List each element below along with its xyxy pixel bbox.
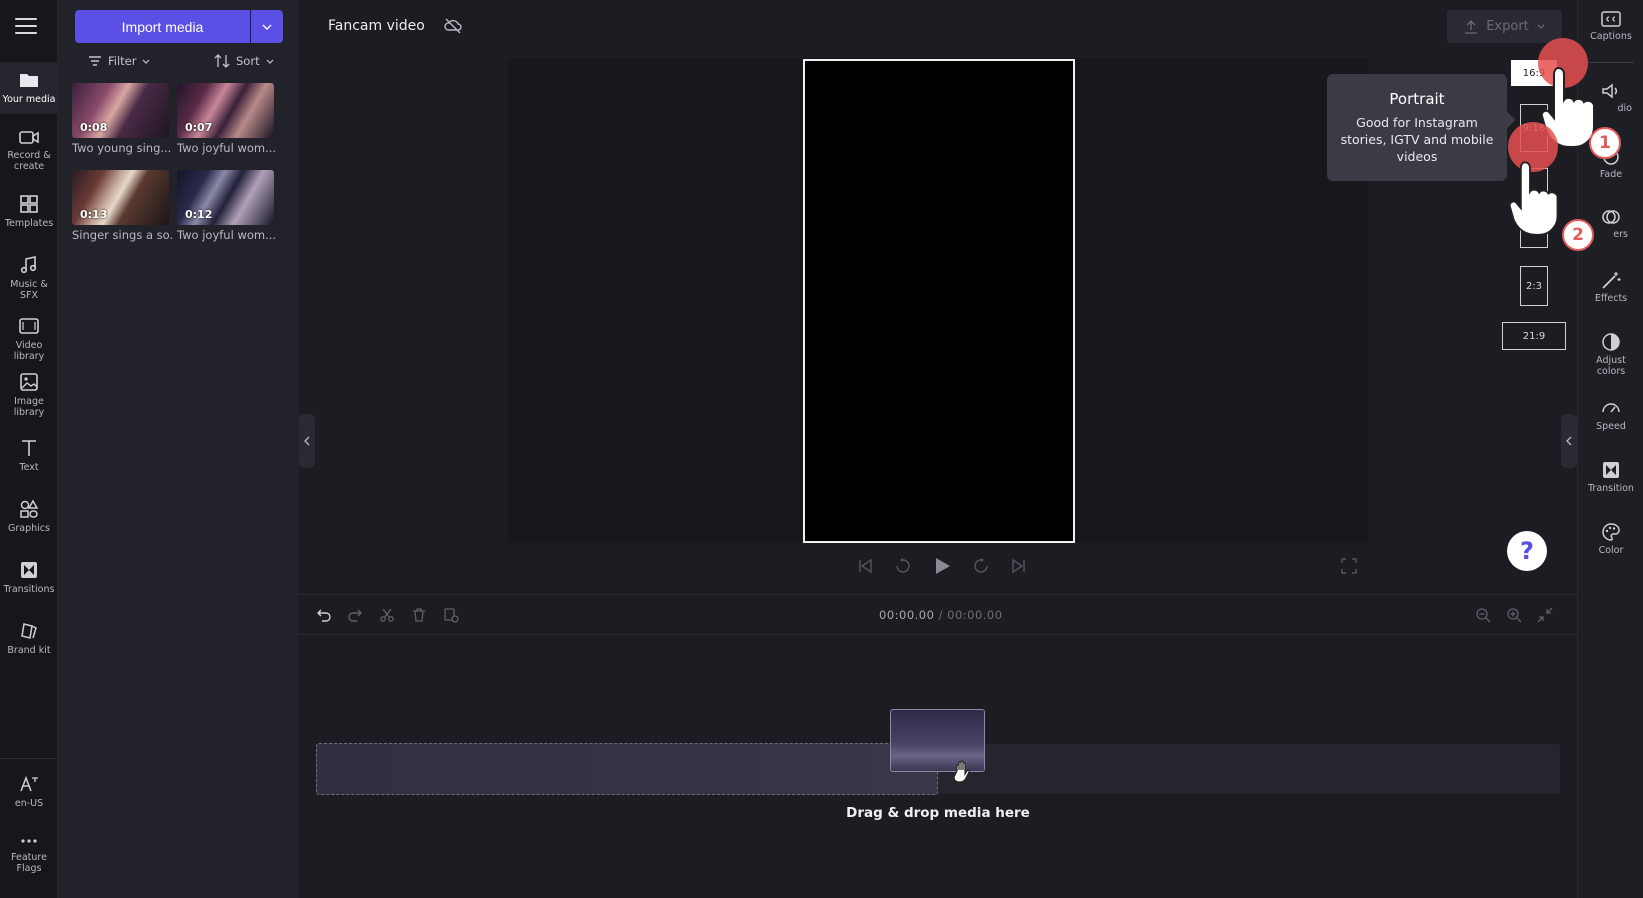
tooltip-description: Good for Instagram stories, IGTV and mob… bbox=[1340, 115, 1494, 164]
text-icon bbox=[22, 440, 36, 456]
transition-icon bbox=[1603, 462, 1619, 478]
drop-media-hint: Drag & drop media here bbox=[846, 805, 1030, 821]
media-panel: Import media Filter Sort 0:08 Two young … bbox=[58, 0, 299, 898]
grab-hand-icon bbox=[953, 760, 970, 783]
rewind-5s-icon[interactable] bbox=[894, 557, 912, 575]
nav-transitions[interactable]: Transitions bbox=[0, 556, 58, 600]
fullscreen-icon[interactable] bbox=[1341, 558, 1357, 578]
sort-arrows-icon bbox=[214, 54, 230, 68]
fit-to-window-icon[interactable] bbox=[1537, 607, 1553, 623]
chevron-down-icon bbox=[1537, 24, 1545, 29]
media-caption: Two joyful wom... bbox=[177, 228, 277, 242]
chevron-down-icon bbox=[262, 24, 272, 30]
folder-icon bbox=[20, 74, 38, 87]
nav-image-library[interactable]: Image library bbox=[0, 368, 58, 420]
brand-kit-icon bbox=[21, 623, 37, 639]
portrait-tooltip: Portrait Good for Instagram stories, IGT… bbox=[1327, 74, 1516, 181]
rail-effects[interactable]: Effects bbox=[1578, 270, 1643, 304]
aspect-ratio-21-9[interactable]: 21:9 bbox=[1502, 322, 1566, 350]
undo-icon[interactable] bbox=[316, 607, 332, 623]
collapse-right-panel-button[interactable] bbox=[1561, 414, 1577, 468]
timeline: 00:00.00 / 00:00.00 Drag & drop media he… bbox=[299, 594, 1577, 898]
sort-button[interactable]: Sort bbox=[214, 54, 274, 68]
captions-icon bbox=[1601, 11, 1621, 27]
language-icon bbox=[20, 775, 38, 792]
media-thumbnail[interactable]: 0:07 bbox=[177, 83, 274, 138]
magic-wand-icon bbox=[1602, 272, 1621, 289]
film-icon bbox=[19, 318, 39, 334]
rail-speed[interactable]: Speed bbox=[1578, 398, 1643, 432]
duplicate-icon[interactable] bbox=[443, 607, 459, 623]
nav-text[interactable]: Text bbox=[0, 434, 58, 478]
play-icon[interactable] bbox=[932, 556, 952, 576]
palette-icon bbox=[1602, 523, 1620, 541]
image-icon bbox=[20, 373, 38, 391]
zoom-in-icon[interactable] bbox=[1506, 607, 1522, 623]
import-dropdown-button[interactable] bbox=[251, 10, 283, 43]
rail-divider bbox=[1588, 62, 1634, 63]
nav-brand-kit[interactable]: Brand kit bbox=[0, 617, 58, 661]
chevron-down-icon bbox=[143, 59, 150, 64]
more-dots-icon bbox=[21, 839, 37, 843]
speedometer-icon bbox=[1602, 403, 1620, 413]
templates-icon bbox=[20, 195, 38, 213]
nav-your-media[interactable]: Your media bbox=[0, 62, 58, 114]
player-controls bbox=[856, 556, 1028, 576]
hamburger-menu-icon[interactable] bbox=[15, 18, 37, 34]
tooltip-title: Portrait bbox=[1389, 90, 1445, 108]
nav-language[interactable]: en-US bbox=[0, 770, 58, 814]
upload-icon bbox=[1465, 19, 1478, 34]
help-button[interactable]: ? bbox=[1507, 531, 1547, 571]
chevron-left-icon bbox=[304, 436, 310, 446]
media-thumbnail[interactable]: 0:13 bbox=[72, 170, 169, 225]
nav-divider bbox=[0, 758, 58, 759]
rail-color[interactable]: Color bbox=[1578, 522, 1643, 556]
rail-adjust-colors[interactable]: Adjust colors bbox=[1578, 332, 1643, 377]
media-caption: Two young sing... bbox=[72, 141, 172, 155]
zoom-out-icon[interactable] bbox=[1475, 607, 1491, 623]
drop-placeholder bbox=[316, 743, 938, 795]
rail-captions[interactable]: Captions bbox=[1578, 10, 1643, 42]
media-thumbnail[interactable]: 0:12 bbox=[177, 170, 274, 225]
nav-feature-flags[interactable]: Feature Flags bbox=[0, 830, 58, 886]
timecode: 00:00.00 / 00:00.00 bbox=[879, 608, 1003, 622]
import-media-button[interactable]: Import media bbox=[75, 10, 250, 43]
project-title[interactable]: Fancam video bbox=[328, 18, 425, 34]
left-nav: Your media Record & create Templates Mus… bbox=[0, 0, 58, 898]
media-thumbnail[interactable]: 0:08 bbox=[72, 83, 169, 138]
media-caption: Two joyful wom... bbox=[177, 141, 277, 155]
transition-icon bbox=[21, 562, 37, 578]
media-caption: Singer sings a so... bbox=[72, 228, 172, 242]
cloud-offline-icon bbox=[444, 18, 462, 38]
filter-icon bbox=[89, 56, 101, 66]
collapse-left-panel-button[interactable] bbox=[299, 414, 315, 468]
clipchamp-editor: Your media Record & create Templates Mus… bbox=[0, 0, 1643, 898]
rail-transition[interactable]: Transition bbox=[1578, 460, 1643, 494]
step-number-badge: 1 bbox=[1589, 127, 1621, 159]
filter-button[interactable]: Filter bbox=[88, 54, 150, 68]
step-number-badge: 2 bbox=[1562, 219, 1594, 251]
skip-to-start-icon[interactable] bbox=[856, 557, 874, 575]
video-canvas[interactable] bbox=[803, 59, 1075, 543]
scissors-icon[interactable] bbox=[379, 607, 395, 623]
export-button[interactable]: Export bbox=[1447, 10, 1562, 43]
skip-to-end-icon[interactable] bbox=[1010, 557, 1028, 575]
aspect-ratio-2-3[interactable]: 2:3 bbox=[1520, 266, 1548, 306]
music-note-icon bbox=[20, 256, 37, 274]
filters-icon bbox=[1602, 210, 1620, 224]
chevron-left-icon bbox=[1566, 436, 1572, 446]
trash-icon[interactable] bbox=[411, 607, 427, 623]
contrast-icon bbox=[1602, 333, 1620, 351]
nav-record-create[interactable]: Record & create bbox=[0, 124, 58, 176]
redo-icon[interactable] bbox=[347, 607, 363, 623]
chevron-down-icon bbox=[266, 59, 274, 64]
nav-video-library[interactable]: Video library bbox=[0, 312, 58, 362]
nav-graphics[interactable]: Graphics bbox=[0, 495, 58, 539]
shapes-icon bbox=[20, 499, 39, 518]
timeline-toolbar: 00:00.00 / 00:00.00 bbox=[299, 595, 1577, 635]
nav-templates[interactable]: Templates bbox=[0, 190, 58, 234]
nav-music-sfx[interactable]: Music & SFX bbox=[0, 251, 58, 301]
forward-5s-icon[interactable] bbox=[972, 557, 990, 575]
camera-icon bbox=[19, 131, 39, 144]
